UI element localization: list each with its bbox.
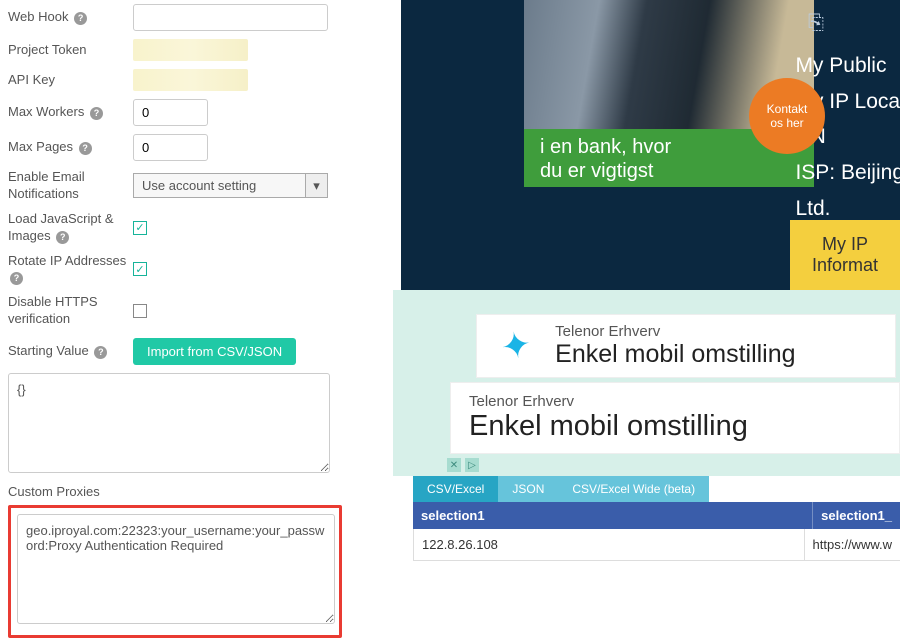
email-notif-select[interactable]: Use account setting ▾ — [133, 173, 328, 198]
table-row: 122.8.26.108 https://www.w — [413, 529, 900, 561]
chevron-down-icon: ▾ — [305, 174, 327, 197]
tab-csv[interactable]: CSV/Excel — [413, 476, 498, 502]
custom-proxies-highlight — [8, 505, 342, 638]
rotate-ip-label: Rotate IP Addresses ? — [8, 253, 133, 287]
api-key-redacted — [133, 69, 248, 91]
import-button[interactable]: Import from CSV/JSON — [133, 338, 296, 365]
ad-headline: Enkel mobil omstilling — [469, 410, 748, 443]
max-workers-input[interactable] — [133, 99, 208, 126]
rotate-ip-checkbox[interactable]: ✓ — [133, 262, 147, 276]
hero-section: i en bank, hvor du er vigtigst ⎘ Kontakt… — [401, 0, 900, 290]
tab-csv-wide[interactable]: CSV/Excel Wide (beta) — [558, 476, 709, 502]
preview-pane: i en bank, hvor du er vigtigst ⎘ Kontakt… — [393, 0, 900, 600]
result-tabs: CSV/Excel JSON CSV/Excel Wide (beta) — [413, 476, 900, 502]
my-ip-info-button[interactable]: My IP Informat — [790, 220, 900, 290]
select-value: Use account setting — [142, 178, 256, 193]
starting-value-textarea[interactable] — [8, 373, 330, 473]
load-js-label: Load JavaScript & Images ? — [8, 211, 133, 245]
help-icon[interactable]: ? — [90, 107, 103, 120]
custom-proxies-textarea[interactable] — [17, 514, 335, 624]
cell-selection1-url: https://www.w — [805, 529, 900, 560]
project-token-redacted — [133, 39, 248, 61]
cell-selection1: 122.8.26.108 — [413, 529, 805, 560]
ad-brand: Telenor Erhverv — [555, 323, 795, 340]
telenor-ad-2[interactable]: Telenor Erhverv Enkel mobil omstilling — [450, 382, 900, 454]
disable-https-label: Disable HTTPS verification — [8, 294, 133, 328]
custom-proxies-label: Custom Proxies — [8, 484, 357, 499]
ad-band: ✦ Telenor Erhverv Enkel mobil omstilling… — [393, 290, 900, 476]
results-panel: CSV/Excel JSON CSV/Excel Wide (beta) sel… — [393, 476, 900, 561]
project-token-label: Project Token — [8, 42, 133, 59]
help-icon[interactable]: ? — [79, 142, 92, 155]
ad-brand: Telenor Erhverv — [469, 393, 748, 410]
help-icon[interactable]: ? — [74, 12, 87, 25]
settings-form: Web Hook ? Project Token API Key Max Wor… — [0, 0, 365, 600]
result-header: selection1 selection1_ — [413, 502, 900, 529]
max-pages-label: Max Pages ? — [8, 139, 133, 156]
max-pages-input[interactable] — [133, 134, 208, 161]
web-hook-label: Web Hook ? — [8, 9, 133, 26]
copy-icon[interactable]: ⎘ — [808, 12, 824, 35]
ad-headline: Enkel mobil omstilling — [555, 340, 795, 369]
tab-json[interactable]: JSON — [498, 476, 558, 502]
help-icon[interactable]: ? — [94, 346, 107, 359]
help-icon[interactable]: ? — [10, 272, 23, 285]
starting-value-label: Starting Value ? — [8, 343, 133, 360]
max-workers-label: Max Workers ? — [8, 104, 133, 121]
contact-badge[interactable]: Kontaktos her — [749, 78, 825, 154]
column-header[interactable]: selection1_ — [813, 502, 900, 529]
email-notif-label: Enable Email Notifications — [8, 169, 133, 203]
disable-https-checkbox[interactable]: ✓ — [133, 304, 147, 318]
telenor-logo-icon: ✦ — [498, 323, 535, 370]
load-js-checkbox[interactable]: ✓ — [133, 221, 147, 235]
column-header[interactable]: selection1 — [413, 502, 813, 529]
adchoices-icon[interactable]: ✕▷ — [447, 458, 479, 472]
web-hook-input[interactable] — [133, 4, 328, 31]
telenor-ad-1[interactable]: ✦ Telenor Erhverv Enkel mobil omstilling — [476, 314, 896, 378]
api-key-label: API Key — [8, 72, 133, 89]
help-icon[interactable]: ? — [56, 231, 69, 244]
